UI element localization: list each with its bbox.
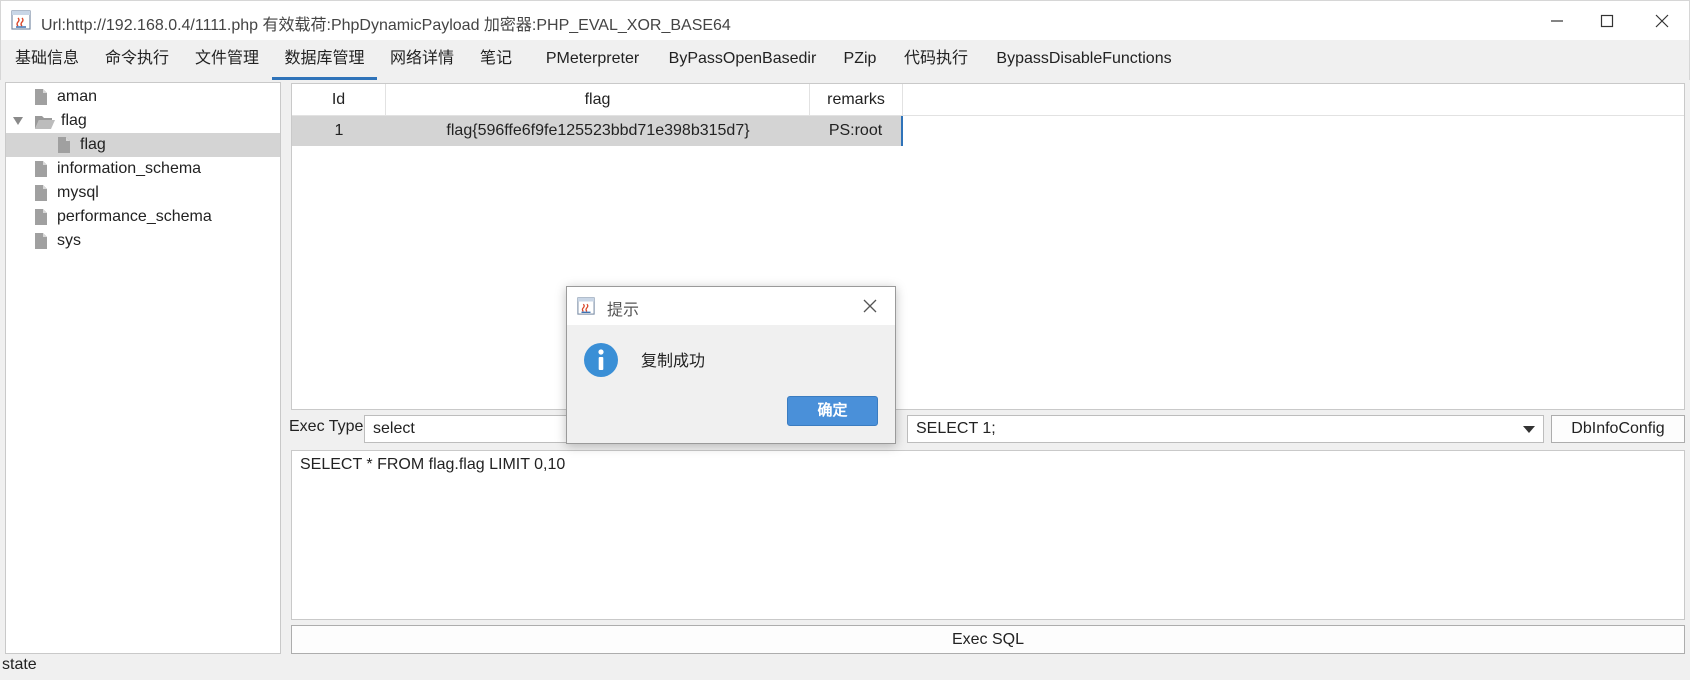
table-cell-remarks[interactable]: PS:root <box>810 116 903 146</box>
statement-select[interactable]: SELECT 1; <box>907 415 1544 443</box>
info-icon <box>584 343 618 377</box>
tree-item-flag-db[interactable]: flag <box>6 109 280 133</box>
exec-type-value: select <box>373 420 415 437</box>
column-header-id[interactable]: Id <box>292 84 386 116</box>
tab-pzip[interactable]: PZip <box>835 40 885 80</box>
chevron-down-icon[interactable] <box>1523 426 1535 434</box>
tab-bypass-disable-functions[interactable]: BypassDisableFunctions <box>989 40 1179 80</box>
tab-code-exec[interactable]: 代码执行 <box>896 40 976 80</box>
result-table[interactable]: Id flag remarks 1 flag{596ffe6f9fe125523… <box>291 83 1685 410</box>
folder-open-icon <box>35 115 55 129</box>
java-app-icon <box>11 10 31 30</box>
close-icon <box>1655 14 1669 28</box>
tree-item-label: mysql <box>57 184 99 201</box>
window-title: Url:http://192.168.0.4/1111.php 有效载荷:Php… <box>41 17 731 34</box>
tab-network-details[interactable]: 网络详情 <box>382 40 462 80</box>
tree-item-label: sys <box>57 232 81 249</box>
maximize-button[interactable] <box>1582 5 1632 37</box>
dialog-close-button[interactable] <box>853 291 887 321</box>
dialog-message: 复制成功 <box>641 353 706 370</box>
maximize-icon <box>1600 14 1614 28</box>
tab-file-manager[interactable]: 文件管理 <box>187 40 267 80</box>
tree-item-label: flag <box>61 112 87 129</box>
file-icon <box>35 209 47 225</box>
dialog-title: 提示 <box>607 302 640 319</box>
expand-arrow-icon[interactable] <box>12 116 24 126</box>
minimize-icon <box>1551 20 1563 22</box>
tab-database-manager[interactable]: 数据库管理 <box>272 40 377 80</box>
tree-item-label: performance_schema <box>57 208 212 225</box>
tree-item-flag-table[interactable]: flag <box>6 133 280 157</box>
dbinfo-config-button[interactable]: DbInfoConfig <box>1551 415 1685 443</box>
tree-item-performance-schema[interactable]: performance_schema <box>6 205 280 229</box>
minimize-button[interactable] <box>1532 5 1582 37</box>
tab-notes[interactable]: 笔记 <box>471 40 521 80</box>
dialog-ok-button[interactable]: 确定 <box>787 396 878 426</box>
column-header-remarks[interactable]: remarks <box>810 84 903 116</box>
database-tree: aman flag flag information_schema mysql … <box>5 82 281 654</box>
file-icon <box>35 233 47 249</box>
tree-item-mysql[interactable]: mysql <box>6 181 280 205</box>
tree-item-information-schema[interactable]: information_schema <box>6 157 280 181</box>
file-icon <box>58 137 70 153</box>
dialog-title-bar: 提示 <box>567 287 895 325</box>
file-icon <box>35 89 47 105</box>
header-filler <box>903 84 1684 116</box>
tree-item-aman[interactable]: aman <box>6 85 280 109</box>
message-dialog: 提示 复制成功 确定 <box>566 286 896 444</box>
close-button[interactable] <box>1637 5 1687 37</box>
sql-editor[interactable]: SELECT * FROM flag.flag LIMIT 0,10 <box>291 450 1685 620</box>
tree-item-sys[interactable]: sys <box>6 229 280 253</box>
exec-type-select[interactable]: select <box>364 415 574 443</box>
table-cell-id[interactable]: 1 <box>292 116 386 146</box>
tree-item-label: flag <box>80 136 106 153</box>
title-bar: Url:http://192.168.0.4/1111.php 有效载荷:Php… <box>0 0 1690 40</box>
tab-command-exec[interactable]: 命令执行 <box>97 40 177 80</box>
statement-value: SELECT 1; <box>916 420 996 437</box>
column-header-flag[interactable]: flag <box>386 84 810 116</box>
file-icon <box>35 185 47 201</box>
exec-type-label: Exec Type <box>289 418 364 435</box>
exec-sql-button[interactable]: Exec SQL <box>291 625 1685 654</box>
tab-basic-info[interactable]: 基础信息 <box>7 40 87 80</box>
file-icon <box>35 161 47 177</box>
table-cell-flag[interactable]: flag{596ffe6f9fe125523bbd71e398b315d7} <box>386 116 810 146</box>
tree-item-label: information_schema <box>57 160 202 177</box>
java-app-icon <box>577 297 595 315</box>
tab-pmeterpreter[interactable]: PMeterpreter <box>534 40 651 80</box>
tab-bypass-openbasedir[interactable]: ByPassOpenBasedir <box>665 40 820 80</box>
tree-item-label: aman <box>57 88 98 105</box>
tab-bar: 基础信息 命令执行 文件管理 数据库管理 网络详情 笔记 PMeterprete… <box>0 40 1690 80</box>
status-text: state <box>2 656 37 673</box>
close-icon <box>863 299 877 313</box>
